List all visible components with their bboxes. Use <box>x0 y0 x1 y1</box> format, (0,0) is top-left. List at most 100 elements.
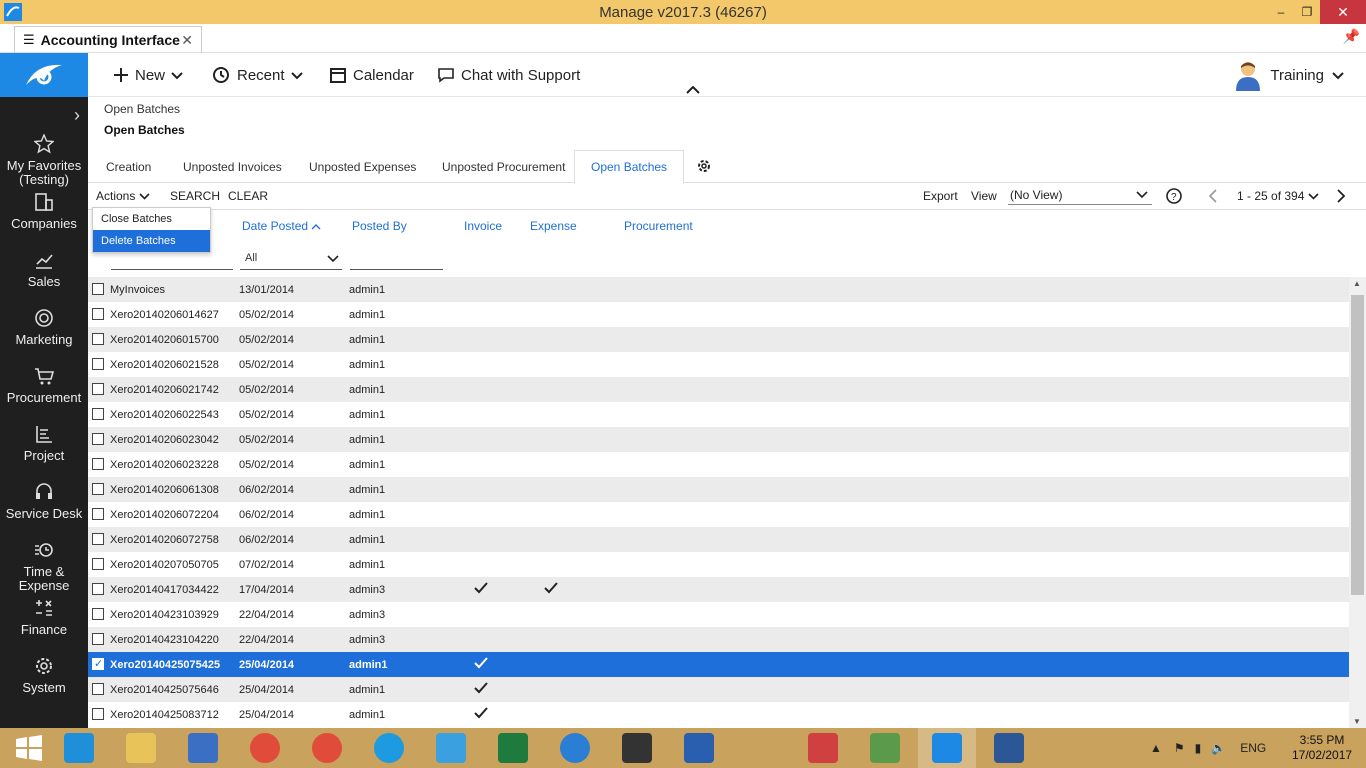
column-procurement[interactable]: Procurement <box>624 219 693 233</box>
skype-icon[interactable] <box>360 728 418 768</box>
chrome-icon[interactable] <box>236 728 294 768</box>
sidebar-item-time-expense[interactable]: Time & Expense <box>0 539 88 597</box>
table-row[interactable]: Xero20140206072758 06/02/2014 admin1 <box>88 527 1349 552</box>
pin-icon[interactable]: 📌 <box>1343 28 1360 45</box>
help-icon[interactable]: ? <box>1166 183 1182 209</box>
recent-button[interactable]: Recent <box>212 53 303 97</box>
explorer-icon[interactable] <box>112 728 170 768</box>
row-checkbox[interactable] <box>92 358 104 370</box>
volume-icon[interactable]: 🔈 <box>1211 741 1226 755</box>
view-select[interactable]: (No View) <box>1008 185 1152 205</box>
next-page-icon[interactable] <box>1336 183 1346 209</box>
row-checkbox[interactable] <box>92 633 104 645</box>
tools-icon[interactable] <box>732 728 790 768</box>
user-menu[interactable]: Training <box>1234 53 1344 97</box>
chrome-profile-icon[interactable] <box>298 728 356 768</box>
sidebar-item-sales[interactable]: Sales <box>0 249 88 307</box>
table-row[interactable]: Xero20140206023042 05/02/2014 admin1 <box>88 427 1349 452</box>
sidebar-item-system[interactable]: System <box>0 655 88 713</box>
battery-icon[interactable]: ▮ <box>1195 741 1202 755</box>
calendar-button[interactable]: Calendar <box>330 53 414 97</box>
column-date-posted[interactable]: Date Posted <box>242 219 321 233</box>
sidebar-item-procurement[interactable]: Procurement <box>0 365 88 423</box>
row-checkbox[interactable] <box>92 408 104 420</box>
tab-unposted-expenses[interactable]: Unposted Expenses <box>309 150 416 183</box>
chat-app-icon[interactable] <box>546 728 604 768</box>
minimize-button[interactable]: – <box>1268 0 1294 24</box>
excel-icon[interactable] <box>484 728 542 768</box>
row-checkbox[interactable] <box>92 383 104 395</box>
lock-app-icon[interactable] <box>670 728 728 768</box>
column-posted-by[interactable]: Posted By <box>352 219 407 233</box>
previous-page-icon[interactable] <box>1208 183 1218 209</box>
date-filter-select[interactable]: All <box>240 252 342 270</box>
sidebar-item-finance[interactable]: Finance <box>0 597 88 655</box>
table-row[interactable]: Xero20140417034422 17/04/2014 admin3 <box>88 577 1349 602</box>
row-checkbox[interactable] <box>92 333 104 345</box>
sidebar-item-marketing[interactable]: Marketing <box>0 307 88 365</box>
logo[interactable] <box>0 53 88 97</box>
row-checkbox[interactable] <box>92 283 104 295</box>
ie-icon[interactable] <box>50 728 108 768</box>
row-checkbox[interactable] <box>92 657 104 670</box>
table-row[interactable]: Xero20140206021528 05/02/2014 admin1 <box>88 352 1349 377</box>
delete-batches-menu-item[interactable]: Delete Batches <box>93 230 210 252</box>
table-row[interactable]: Xero20140425075425 25/04/2014 admin1 <box>88 652 1349 677</box>
table-row[interactable]: Xero20140206072204 06/02/2014 admin1 <box>88 502 1349 527</box>
flag-icon[interactable]: ⚑ <box>1174 741 1185 755</box>
table-row[interactable]: Xero20140423103929 22/04/2014 admin3 <box>88 602 1349 627</box>
table-row[interactable]: Xero20140206023228 05/02/2014 admin1 <box>88 452 1349 477</box>
scroll-up-icon[interactable]: ▲ <box>1353 279 1361 288</box>
table-row[interactable]: Xero20140425083712 25/04/2014 admin1 <box>88 702 1349 727</box>
row-checkbox[interactable] <box>92 683 104 695</box>
settings-gear-icon[interactable] <box>696 158 712 179</box>
row-checkbox[interactable] <box>92 508 104 520</box>
close-window-button[interactable]: ✕ <box>1320 0 1366 24</box>
close-tab-icon[interactable]: ✕ <box>181 32 193 49</box>
clock[interactable]: 3:55 PM 17/02/2017 <box>1292 733 1352 763</box>
sidebar-item-my-favorites-testing[interactable]: My Favorites (Testing) <box>0 133 88 191</box>
sidebar-item-service-desk[interactable]: Service Desk <box>0 481 88 539</box>
row-checkbox[interactable] <box>92 708 104 720</box>
table-row[interactable]: Xero20140425075646 25/04/2014 admin1 <box>88 677 1349 702</box>
column-invoice[interactable]: Invoice <box>464 219 502 233</box>
search-button[interactable]: SEARCH <box>170 183 220 209</box>
sidebar-item-project[interactable]: Project <box>0 423 88 481</box>
tab-unposted-invoices[interactable]: Unposted Invoices <box>183 150 282 183</box>
vpn-icon[interactable] <box>608 728 666 768</box>
row-checkbox[interactable] <box>92 308 104 320</box>
row-checkbox[interactable] <box>92 458 104 470</box>
sidebar-expand-button[interactable]: › <box>0 97 88 133</box>
table-row[interactable]: Xero20140206021742 05/02/2014 admin1 <box>88 377 1349 402</box>
row-checkbox[interactable] <box>92 533 104 545</box>
sidebar-item-companies[interactable]: Companies <box>0 191 88 249</box>
vertical-scrollbar[interactable]: ▲ ▼ <box>1349 277 1366 728</box>
row-checkbox[interactable] <box>92 483 104 495</box>
actions-button[interactable]: Actions <box>96 183 150 209</box>
table-row[interactable]: Xero20140206015700 05/02/2014 admin1 <box>88 327 1349 352</box>
name-filter-input[interactable] <box>111 269 233 270</box>
paging-select[interactable]: 1 - 25 of 394 <box>1237 183 1319 209</box>
table-row[interactable]: Xero20140206061308 06/02/2014 admin1 <box>88 477 1349 502</box>
table-row[interactable]: Xero20140207050705 07/02/2014 admin1 <box>88 552 1349 577</box>
clear-button[interactable]: CLEAR <box>228 183 268 209</box>
row-checkbox[interactable] <box>92 608 104 620</box>
close-batches-menu-item[interactable]: Close Batches <box>93 208 210 230</box>
snipping-icon[interactable] <box>794 728 852 768</box>
row-checkbox[interactable] <box>92 433 104 445</box>
remote-desktop-icon[interactable] <box>174 728 232 768</box>
word-icon[interactable] <box>980 728 1038 768</box>
language-indicator[interactable]: ENG <box>1240 741 1266 755</box>
manage-app-icon[interactable] <box>918 728 976 768</box>
tray-expand-icon[interactable]: ▲ <box>1150 741 1162 755</box>
new-button[interactable]: New <box>114 53 183 97</box>
table-row[interactable]: Xero20140423104220 22/04/2014 admin3 <box>88 627 1349 652</box>
row-checkbox[interactable] <box>92 583 104 595</box>
scrollbar-thumb[interactable] <box>1351 295 1364 595</box>
posted-by-filter-input[interactable] <box>350 269 443 270</box>
export-button[interactable]: Export <box>923 183 958 209</box>
tab-unposted-procurement[interactable]: Unposted Procurement <box>442 150 565 183</box>
tab-creation[interactable]: Creation <box>106 150 151 183</box>
table-row[interactable]: MyInvoices 13/01/2014 admin1 <box>88 277 1349 302</box>
chat-support-button[interactable]: Chat with Support <box>438 53 580 97</box>
